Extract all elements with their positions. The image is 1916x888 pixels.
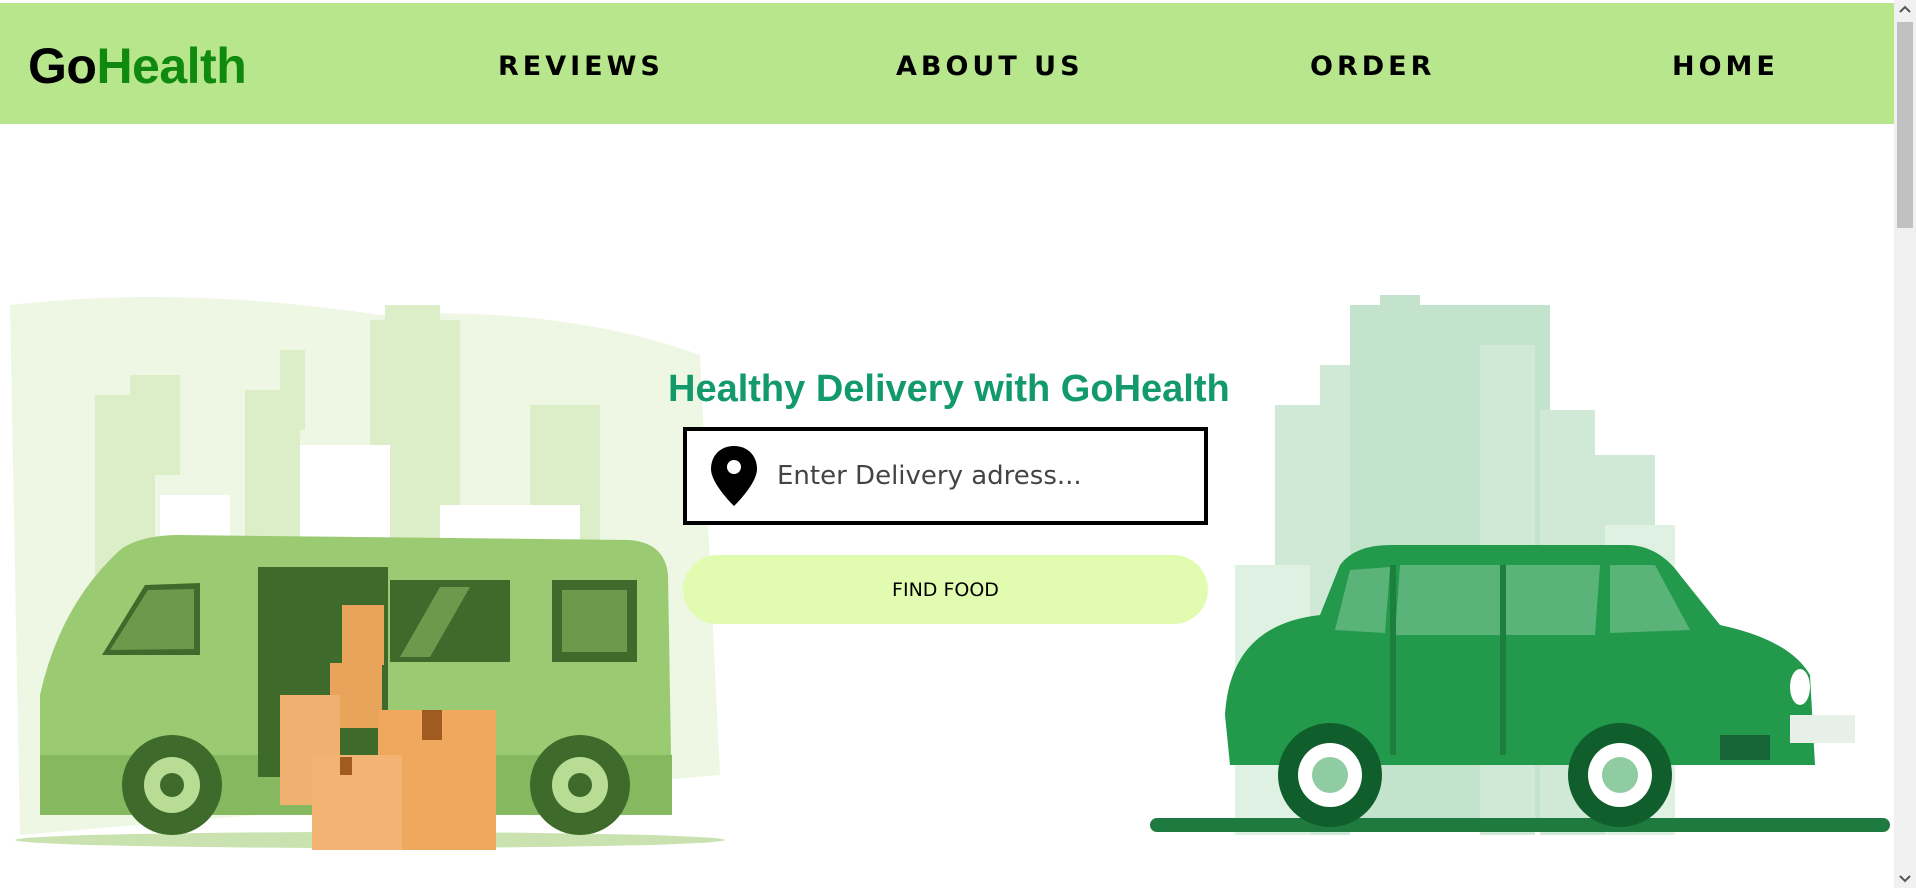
- find-food-button[interactable]: FIND FOOD: [683, 555, 1208, 624]
- nav-link-home[interactable]: HOME: [1672, 51, 1779, 82]
- nav-link-reviews[interactable]: REVIEWS: [498, 51, 664, 82]
- nav-link-order[interactable]: ORDER: [1310, 51, 1435, 82]
- location-pin-icon: [711, 446, 757, 506]
- logo[interactable]: GoHealth: [28, 38, 247, 94]
- navbar: GoHealth REVIEWS ABOUT US ORDER HOME: [0, 3, 1894, 124]
- nav-link-about-us[interactable]: ABOUT US: [896, 51, 1084, 82]
- scroll-up-arrow-icon[interactable]: [1894, 0, 1916, 18]
- green-car-illustration: [1150, 295, 1890, 835]
- delivery-address-input[interactable]: [777, 461, 1177, 491]
- vertical-scrollbar[interactable]: [1894, 0, 1916, 888]
- scroll-down-arrow-icon[interactable]: [1894, 870, 1916, 888]
- logo-health: Health: [96, 38, 247, 94]
- hero-title: Healthy Delivery with GoHealth: [668, 368, 1230, 410]
- logo-go: Go: [28, 38, 97, 94]
- scrollbar-thumb[interactable]: [1897, 22, 1913, 228]
- delivery-van-illustration: [10, 297, 725, 850]
- address-field[interactable]: [683, 427, 1208, 525]
